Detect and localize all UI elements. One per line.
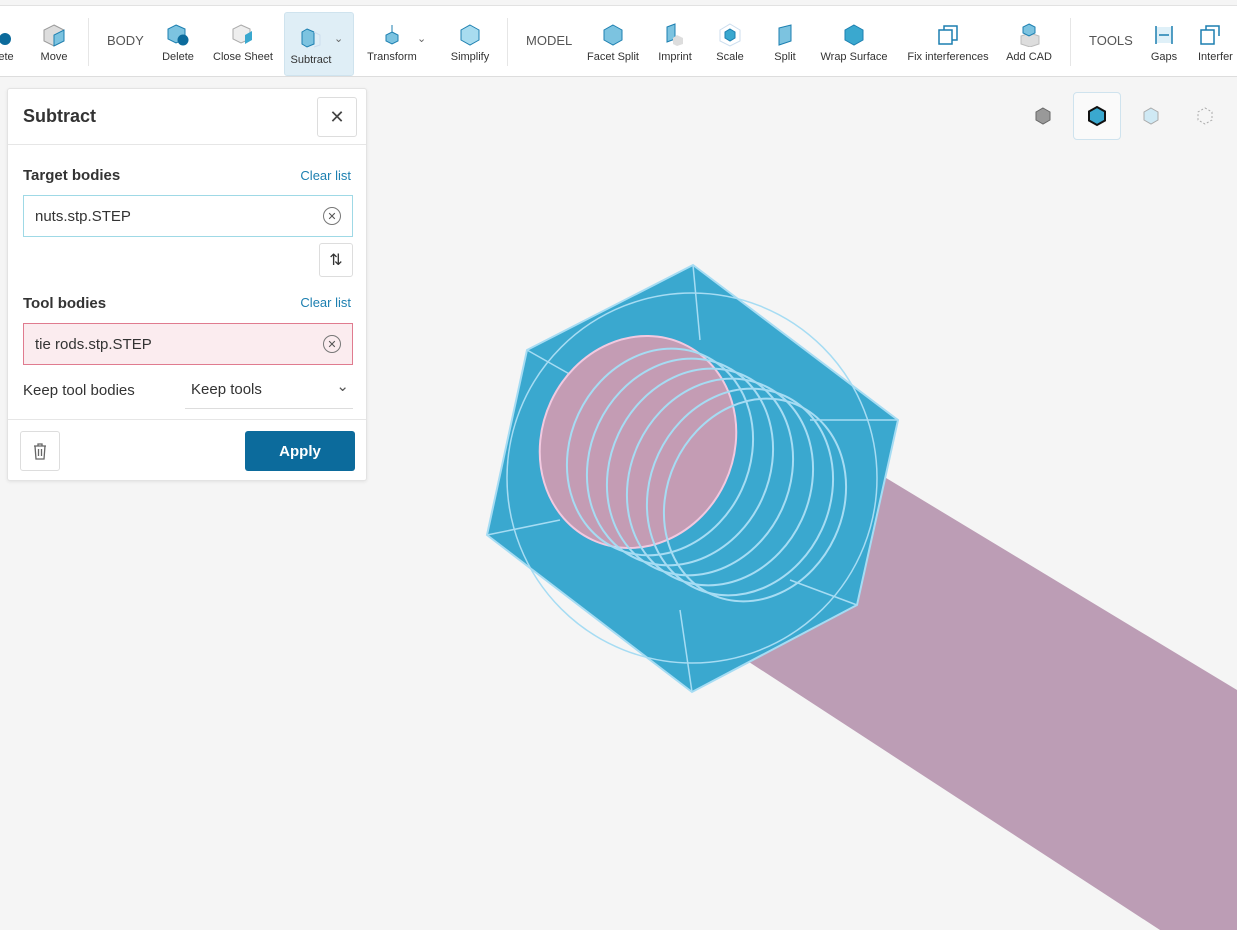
keep-tool-bodies-label: Keep tool bodies	[23, 382, 135, 399]
trash-icon	[34, 443, 46, 460]
view-shaded-button[interactable]	[1019, 92, 1067, 140]
view-transparent-button[interactable]	[1127, 92, 1175, 140]
transparent-cube-icon	[1143, 107, 1159, 125]
close-panel-button[interactable]: ✕	[317, 97, 357, 137]
swap-icon: ⇅	[329, 252, 343, 269]
swap-bodies-button[interactable]: ⇅	[319, 243, 353, 277]
remove-target-icon[interactable]: ✕	[323, 207, 341, 225]
tool-bodies-field[interactable]: tie rods.stp.STEP ✕	[23, 323, 353, 365]
panel-title: Subtract	[23, 106, 97, 126]
tool-bodies-label: Tool bodies	[23, 295, 107, 312]
view-shaded-edges-button[interactable]	[1073, 92, 1121, 140]
view-wireframe-button[interactable]	[1181, 92, 1229, 140]
target-body-chip: nuts.stp.STEP	[35, 207, 131, 225]
delete-button[interactable]	[20, 431, 60, 471]
chevron-down-icon: ⌄	[336, 378, 349, 395]
target-clear-list-link[interactable]: Clear list	[300, 168, 351, 183]
apply-button[interactable]: Apply	[245, 431, 355, 471]
keep-tools-select[interactable]: Keep tools ⌄	[185, 369, 353, 409]
tool-body-chip: tie rods.stp.STEP	[35, 335, 152, 353]
target-bodies-label: Target bodies	[23, 167, 121, 184]
remove-tool-icon[interactable]: ✕	[323, 335, 341, 353]
shaded-edges-cube-icon	[1088, 105, 1106, 127]
subtract-panel: Subtract ✕ Target bodies Clear list nuts…	[7, 88, 367, 481]
wireframe-cube-icon	[1197, 107, 1213, 125]
shaded-cube-icon	[1035, 107, 1051, 125]
close-icon: ✕	[329, 106, 345, 127]
target-bodies-field[interactable]: nuts.stp.STEP ✕	[23, 195, 353, 237]
tool-clear-list-link[interactable]: Clear list	[300, 295, 351, 310]
